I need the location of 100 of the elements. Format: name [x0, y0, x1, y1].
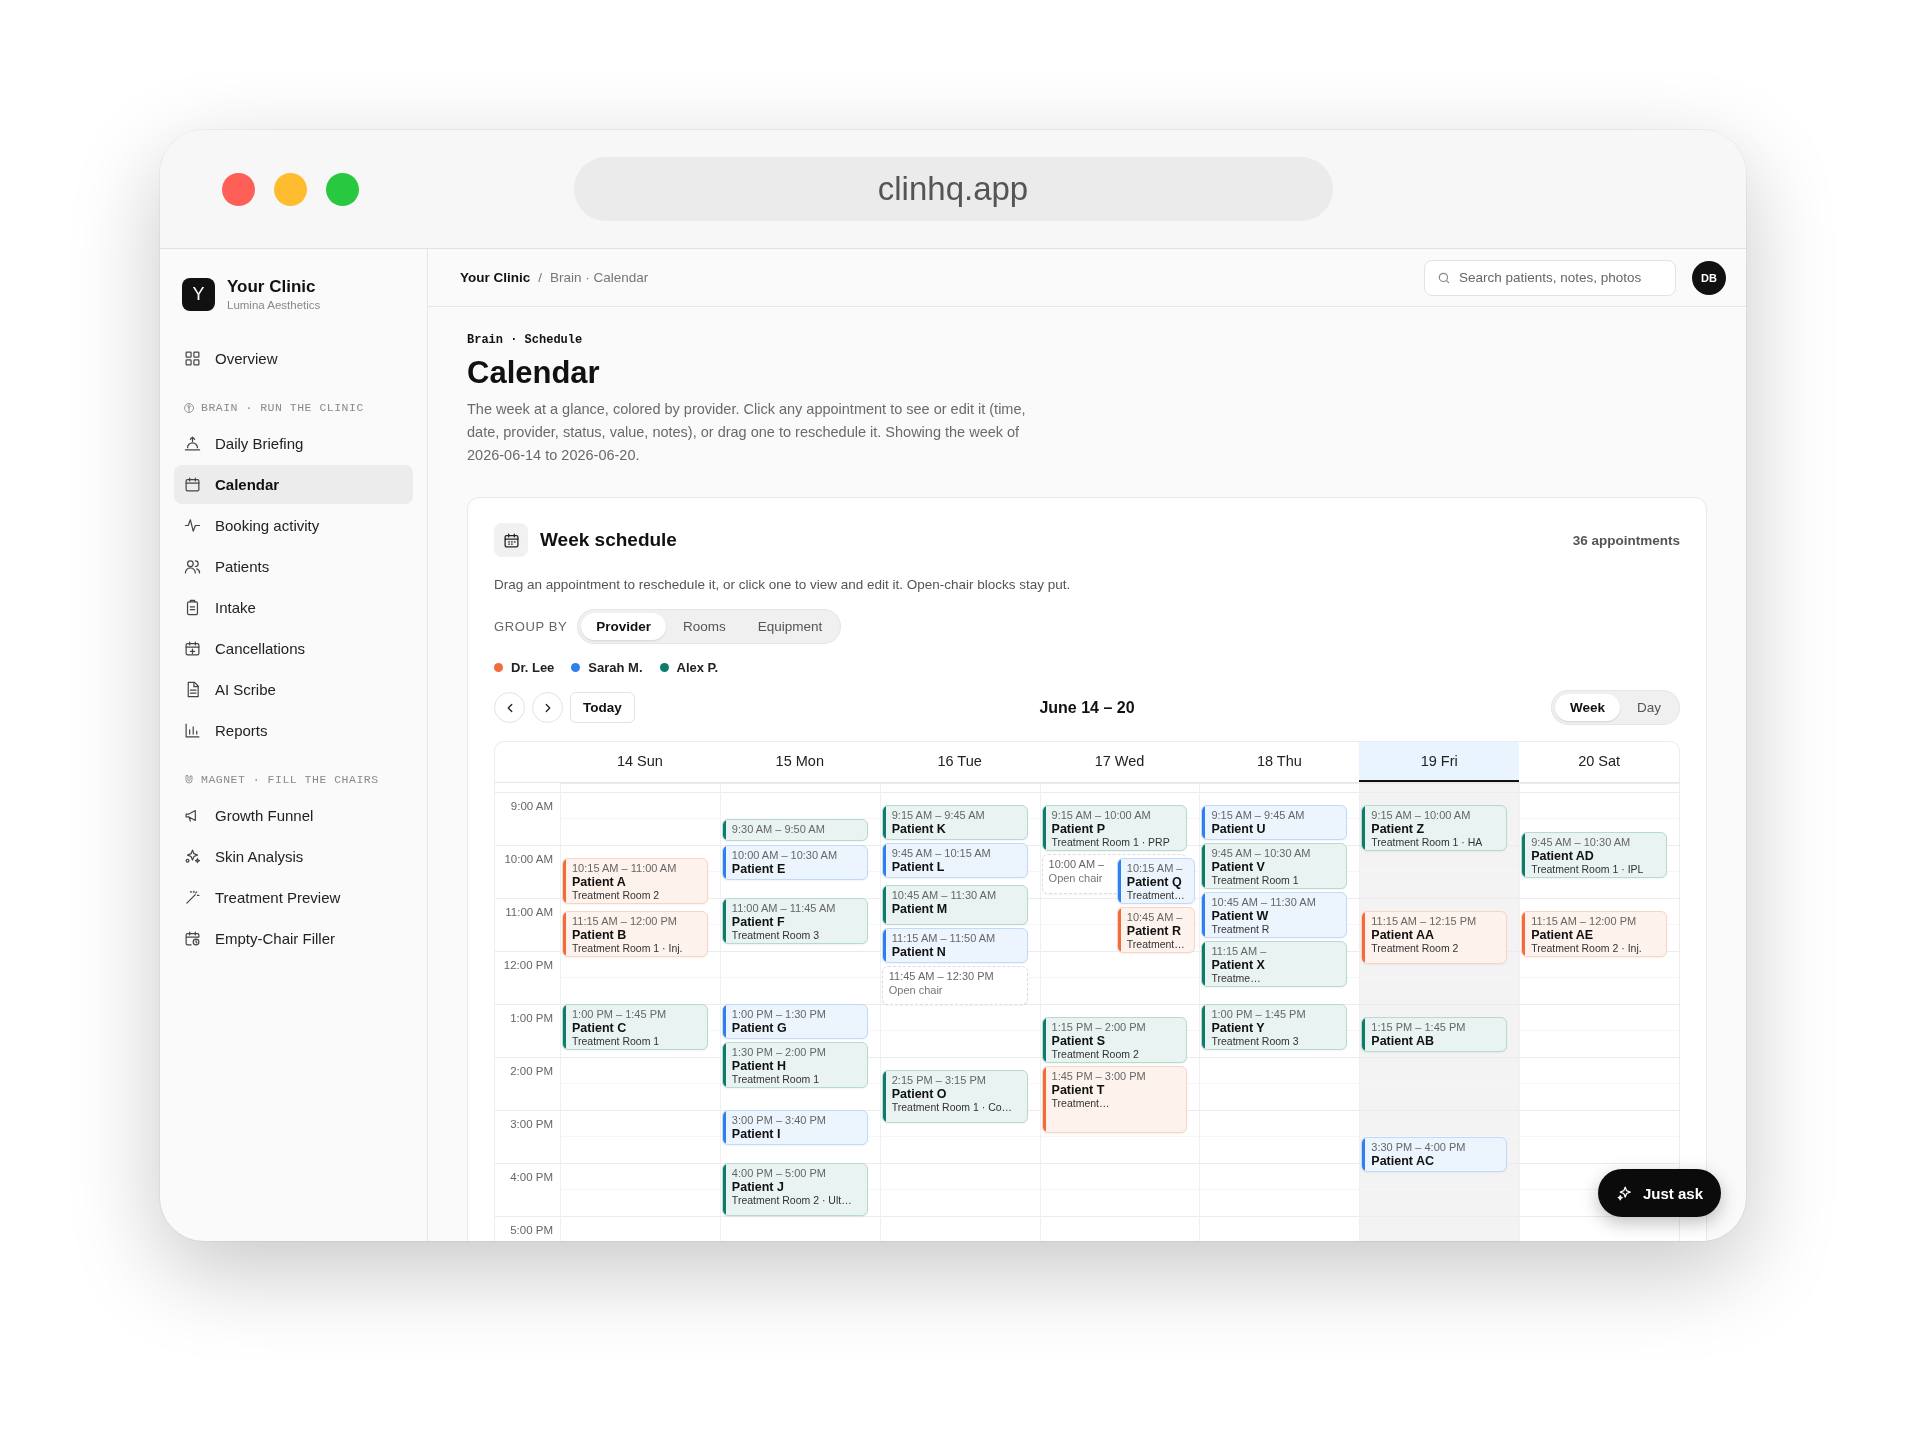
- appointment-card[interactable]: 10:15 AM – 11:00 AM Patient A Treatment Room 2: [562, 858, 708, 905]
- nav-item[interactable]: Skin Analysis: [174, 837, 413, 876]
- appointment-card[interactable]: 9:15 AM – 10:00 AM Patient P Treatment Room 1 · PRP: [1041, 805, 1188, 852]
- appointment-time: 3:00 PM – 3:40 PM: [731, 1114, 827, 1127]
- appointment-room: Treatment Room 2: [1371, 942, 1460, 955]
- patient-name: Patient R: [1126, 924, 1182, 939]
- appointment-card[interactable]: 2:15 PM – 3:15 PM Patient O Treatment Room 1 · Co…: [881, 1070, 1028, 1124]
- appointment-card[interactable]: 9:45 AM – 10:30 AM Patient V Treatment Room 1: [1201, 843, 1348, 890]
- group-by-tab[interactable]: Rooms: [668, 613, 741, 640]
- patient-name: Patient N: [891, 944, 947, 959]
- address-bar[interactable]: clinhq.app: [573, 157, 1333, 221]
- patient-name: Patient Q: [1126, 875, 1183, 890]
- search-field[interactable]: Search patients, notes, photos: [1424, 259, 1676, 296]
- appointment-card[interactable]: 10:45 AM – 11:30 AM Patient M: [881, 884, 1028, 925]
- view-tab[interactable]: Day: [1622, 694, 1676, 721]
- group-by-tab[interactable]: Provider: [581, 613, 666, 640]
- nav-item[interactable]: Daily Briefing: [174, 424, 413, 463]
- view-tab[interactable]: Week: [1554, 694, 1620, 721]
- appointment-card[interactable]: 9:45 AM – 10:15 AM Patient L: [881, 843, 1028, 879]
- time-label: 5:00 PM: [510, 1224, 553, 1236]
- nav-item[interactable]: Growth Funnel: [174, 796, 413, 835]
- appointment-card[interactable]: 1:15 PM – 2:00 PM Patient S Treatment Room 2: [1041, 1017, 1188, 1064]
- nav-item[interactable]: Calendar: [174, 465, 413, 504]
- appointment-card[interactable]: 10:45 AM – 11:30 AM Patient W Treatment R: [1201, 892, 1348, 939]
- appointment-card[interactable]: 11:15 AM – 11:50 AM Patient N: [881, 927, 1028, 963]
- appointment-card[interactable]: 1:15 PM – 1:45 PM Patient AB: [1361, 1017, 1508, 1053]
- appointment-room: Treatment Room 1 · HA: [1371, 836, 1483, 849]
- appointment-card[interactable]: 11:00 AM – 11:45 AM Patient F Treatment Room 3: [721, 898, 868, 944]
- window-minimize-button[interactable]: [274, 172, 307, 206]
- clinic-logo: Y: [182, 277, 215, 311]
- appointment-card[interactable]: 1:00 PM – 1:45 PM Patient C Treatment Room 1: [562, 1004, 708, 1050]
- next-week-button[interactable]: [532, 692, 563, 723]
- appointment-card[interactable]: 3:30 PM – 4:00 PM Patient AC: [1361, 1136, 1508, 1172]
- users-icon: [184, 558, 201, 575]
- appointment-card[interactable]: 4:00 PM – 5:00 PM Patient J Treatment Room 2 · Ult…: [721, 1163, 868, 1216]
- appointment-card[interactable]: 9:15 AM – 9:45 AM Patient U: [1201, 805, 1348, 841]
- appointment-card[interactable]: 11:15 AM – 12:00 PM Patient B Treatment Room 1 · Inj.: [562, 911, 708, 958]
- appointment-time: 10:15 AM –: [1126, 862, 1184, 876]
- appointment-card[interactable]: 1:45 PM – 3:00 PM Patient T Treatment…: [1041, 1066, 1188, 1133]
- breadcrumb-link[interactable]: Your Clinic: [460, 270, 531, 285]
- just-ask-button[interactable]: Just ask: [1597, 1169, 1721, 1217]
- nav-item[interactable]: Reports: [174, 711, 413, 750]
- appointment-card[interactable]: 1:00 PM – 1:45 PM Patient Y Treatment Room 3: [1201, 1004, 1348, 1050]
- nav-item[interactable]: Treatment Preview: [174, 878, 413, 917]
- appointment-card[interactable]: 3:00 PM – 3:40 PM Patient I: [721, 1110, 868, 1146]
- appointment-card[interactable]: 1:00 PM – 1:30 PM Patient G: [721, 1004, 868, 1039]
- day-header[interactable]: 16 Tue: [879, 742, 1040, 782]
- nav-item[interactable]: AI Scribe: [174, 670, 413, 709]
- day-header[interactable]: 14 Sun: [560, 742, 720, 782]
- section-label: BRAIN · RUN THE CLINIC: [201, 401, 364, 414]
- appointment-card[interactable]: 10:45 AM – Patient R Treatment…: [1116, 907, 1196, 954]
- appointment-time: 2:15 PM – 3:15 PM: [891, 1074, 987, 1088]
- time-label: 12:00 PM: [503, 959, 553, 971]
- appointment-card[interactable]: 11:15 AM – 12:00 PM Patient AE Treatment Room 2 · Inj.: [1521, 911, 1667, 958]
- today-button[interactable]: Today: [570, 692, 635, 723]
- nav-item[interactable]: Cancellations: [174, 629, 413, 668]
- appointment-card[interactable]: 9:15 AM – 9:45 AM Patient K: [881, 805, 1028, 841]
- calendar-plus-icon: [184, 640, 201, 657]
- provider-name: Alex P.: [676, 659, 719, 675]
- appointment-time: 11:15 AM – 11:50 AM: [891, 931, 996, 945]
- appointment-time: 10:15 AM – 11:00 AM: [572, 862, 677, 876]
- group-by-label: GROUP BY: [494, 619, 568, 634]
- appointment-card[interactable]: 9:30 AM – 9:50 AM: [721, 818, 868, 841]
- appointment-time: 11:00 AM – 11:45 AM: [731, 902, 836, 915]
- appointment-card[interactable]: 1:30 PM – 2:00 PM Patient H Treatment Room 1: [721, 1042, 868, 1088]
- window-zoom-button[interactable]: [326, 172, 359, 206]
- appointment-card[interactable]: 10:15 AM – Patient Q Treatment…: [1116, 858, 1196, 905]
- patient-name: Patient G: [731, 1021, 788, 1035]
- group-by-tab[interactable]: Equipment: [742, 613, 838, 640]
- time-label: 1:00 PM: [510, 1012, 553, 1024]
- appointment-card[interactable]: 10:00 AM – 10:30 AM Patient E: [721, 845, 868, 880]
- day-header[interactable]: 18 Thu: [1199, 742, 1360, 782]
- patient-name: Patient L: [891, 860, 946, 875]
- appointment-time: 11:15 AM – 12:15 PM: [1371, 915, 1477, 929]
- window-close-button[interactable]: [222, 172, 255, 206]
- card-hint: Drag an appointment to reschedule it, or click one to view and edit it. Open-chair blocks stay put.: [494, 577, 1072, 593]
- day-header[interactable]: 17 Wed: [1039, 742, 1200, 782]
- appointment-time: 1:15 PM – 2:00 PM: [1051, 1021, 1146, 1035]
- appointment-room: Treatment Room 3: [731, 929, 820, 941]
- nav-item[interactable]: Booking activity: [174, 506, 413, 545]
- day-header[interactable]: 20 Sat: [1519, 742, 1679, 782]
- patient-name: Patient O: [891, 1087, 948, 1102]
- nav-item[interactable]: Patients: [174, 547, 413, 586]
- day-header[interactable]: 19 Fri: [1359, 742, 1520, 782]
- time-label: 9:00 AM: [510, 800, 553, 812]
- user-avatar[interactable]: DB: [1692, 260, 1726, 295]
- nav-item[interactable]: Empty-Chair Filler: [174, 919, 413, 958]
- appointment-room: Treatment…: [1051, 1097, 1111, 1110]
- sunrise-icon: [184, 435, 201, 452]
- appointment-time: 9:15 AM – 10:00 AM: [1051, 809, 1152, 823]
- appointment-card[interactable]: 9:15 AM – 10:00 AM Patient Z Treatment Room 1 · HA: [1361, 805, 1508, 852]
- patient-name: Patient E: [731, 862, 787, 876]
- appointment-card[interactable]: 11:15 AM – 12:15 PM Patient AA Treatment Room 2: [1361, 911, 1508, 965]
- day-header[interactable]: 15 Mon: [719, 742, 880, 782]
- previous-week-button[interactable]: [494, 692, 525, 723]
- appointment-card[interactable]: 9:45 AM – 10:30 AM Patient AD Treatment Room 1 · IPL: [1521, 831, 1667, 878]
- nav-item[interactable]: Intake: [174, 588, 413, 627]
- appointment-card[interactable]: 11:15 AM – Patient X Treatme…: [1201, 941, 1348, 988]
- appointment-time: 1:15 PM – 1:45 PM: [1371, 1021, 1466, 1035]
- nav-item[interactable]: Overview: [174, 339, 413, 378]
